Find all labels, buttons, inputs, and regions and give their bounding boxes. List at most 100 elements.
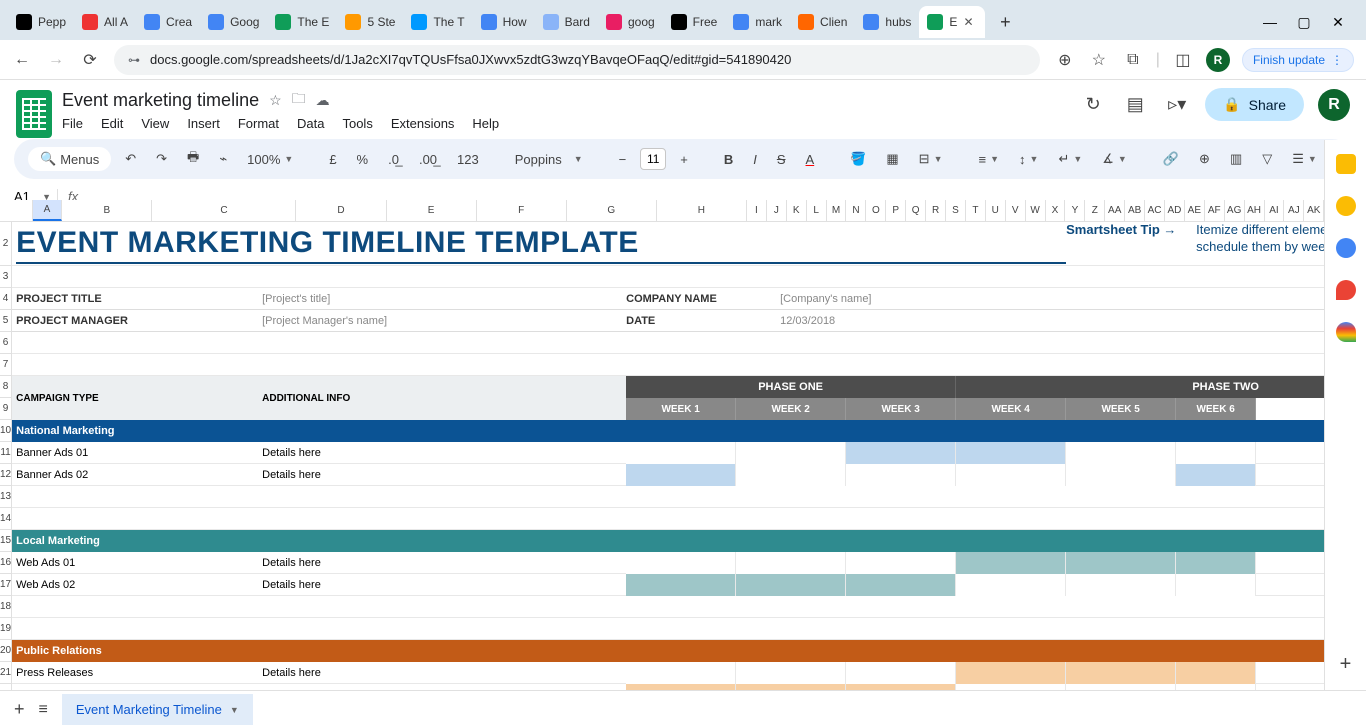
col-header[interactable]: X [1046, 200, 1066, 221]
row-header[interactable]: 11 [0, 442, 12, 464]
row-header[interactable]: 10 [0, 420, 12, 442]
sheet-tab-active[interactable]: Event Marketing Timeline▼ [62, 694, 253, 725]
col-header[interactable]: AK [1304, 200, 1324, 221]
week-cell[interactable] [626, 442, 736, 464]
browser-tab[interactable]: E✕ [919, 6, 985, 38]
contacts-icon[interactable] [1336, 280, 1356, 300]
week-cell[interactable] [846, 442, 956, 464]
col-header[interactable]: B [62, 200, 152, 221]
menu-file[interactable]: File [62, 116, 83, 131]
tasks-icon[interactable] [1336, 238, 1356, 258]
col-header[interactable]: A [33, 200, 63, 221]
week-cell[interactable] [956, 574, 1066, 596]
all-sheets-button[interactable]: ≡ [39, 701, 48, 719]
new-tab-button[interactable]: + [991, 8, 1019, 36]
week-cell[interactable] [736, 662, 846, 684]
borders-button[interactable]: ▦ [880, 147, 904, 171]
move-icon[interactable]: 🗀 [292, 88, 306, 112]
browser-tab[interactable]: All A [74, 6, 136, 38]
merge-button[interactable]: ⊟▼ [913, 147, 949, 171]
col-header[interactable]: H [657, 200, 747, 221]
col-header[interactable]: Z [1085, 200, 1105, 221]
col-header[interactable]: M [827, 200, 847, 221]
account-avatar[interactable]: R [1318, 89, 1350, 121]
col-header[interactable]: T [966, 200, 986, 221]
week-cell[interactable] [1176, 662, 1256, 684]
col-header[interactable]: AC [1145, 200, 1165, 221]
zoom-icon[interactable]: ⊕ [1054, 49, 1076, 71]
menu-extensions[interactable]: Extensions [391, 116, 455, 131]
close-window-button[interactable]: ✕ [1330, 14, 1346, 30]
menus-button[interactable]: 🔍Menus [28, 147, 111, 171]
font-select[interactable]: Poppins▼ [509, 148, 589, 171]
week-cell[interactable] [736, 442, 846, 464]
week-cell[interactable] [1066, 442, 1176, 464]
col-header[interactable]: AE [1185, 200, 1205, 221]
week-cell[interactable] [626, 662, 736, 684]
fill-color-button[interactable]: 🪣 [844, 147, 872, 171]
week-cell[interactable] [1176, 574, 1256, 596]
row-header[interactable]: 7 [0, 354, 12, 376]
col-header[interactable]: O [866, 200, 886, 221]
week-cell[interactable] [846, 574, 956, 596]
row-header[interactable]: 2 [0, 222, 12, 266]
inc-font-button[interactable]: + [674, 148, 694, 171]
week-cell[interactable] [1066, 464, 1176, 486]
sheets-logo-icon[interactable] [16, 90, 52, 138]
row-header[interactable]: 9 [0, 398, 12, 420]
row-header[interactable]: 8 [0, 376, 12, 398]
browser-tab[interactable]: The E [267, 6, 337, 38]
browser-tab[interactable]: Crea [136, 6, 200, 38]
col-header[interactable]: AF [1205, 200, 1225, 221]
smartsheet-tip-link[interactable]: Smartsheet Tip → [1066, 222, 1196, 237]
site-info-icon[interactable]: ⊶ [128, 53, 140, 67]
share-button[interactable]: 🔒 Share [1205, 88, 1304, 121]
row-header[interactable]: 12 [0, 464, 12, 486]
filter-button[interactable]: ▽ [1256, 147, 1278, 171]
week-cell[interactable] [626, 552, 736, 574]
h-align-button[interactable]: ≡▼ [973, 148, 1006, 171]
url-field[interactable]: ⊶ docs.google.com/spreadsheets/d/1Ja2cXI… [114, 45, 1040, 75]
paint-format-button[interactable]: ⌁ [213, 147, 233, 171]
menu-data[interactable]: Data [297, 116, 324, 131]
maps-icon[interactable] [1336, 322, 1356, 342]
week-cell[interactable] [846, 662, 956, 684]
spreadsheet-grid[interactable]: ABCDEFGHIJKLMNOPQRSTUVWXYZAAABACADAEAFAG… [0, 200, 1324, 690]
link-button[interactable]: 🔗 [1157, 147, 1185, 171]
col-header[interactable]: G [567, 200, 657, 221]
reload-button[interactable]: ⟳ [80, 50, 100, 70]
col-header[interactable]: AJ [1284, 200, 1304, 221]
week-cell[interactable] [736, 574, 846, 596]
row-header[interactable]: 3 [0, 266, 12, 288]
col-header[interactable]: R [926, 200, 946, 221]
menu-format[interactable]: Format [238, 116, 279, 131]
row-header[interactable]: 4 [0, 288, 12, 310]
col-header[interactable]: S [946, 200, 966, 221]
week-cell[interactable] [1176, 552, 1256, 574]
font-size-input[interactable] [640, 148, 666, 170]
week-cell[interactable] [956, 552, 1066, 574]
dec-font-button[interactable]: − [613, 148, 633, 171]
menu-tools[interactable]: Tools [342, 116, 372, 131]
col-header[interactable]: AG [1225, 200, 1245, 221]
col-header[interactable]: AI [1265, 200, 1285, 221]
filter-views-button[interactable]: ☰▼ [1286, 147, 1323, 171]
forward-button[interactable]: → [46, 50, 66, 70]
browser-tab[interactable]: 5 Ste [337, 6, 403, 38]
col-header[interactable]: K [787, 200, 807, 221]
browser-tab[interactable]: Pepp [8, 6, 74, 38]
calendar-icon[interactable] [1336, 154, 1356, 174]
col-header[interactable]: P [886, 200, 906, 221]
text-color-button[interactable]: A [800, 148, 821, 171]
row-header[interactable]: 19 [0, 618, 12, 640]
week-cell[interactable] [736, 552, 846, 574]
browser-tab[interactable]: mark [725, 6, 790, 38]
week-cell[interactable] [626, 464, 736, 486]
close-tab-icon[interactable]: ✕ [963, 15, 977, 29]
profile-avatar[interactable]: R [1206, 48, 1230, 72]
print-button[interactable]: 🖶 [181, 144, 205, 174]
add-sheet-button[interactable]: + [14, 699, 25, 720]
col-header[interactable]: L [807, 200, 827, 221]
row-header[interactable]: 13 [0, 486, 12, 508]
browser-tab[interactable]: goog [598, 6, 663, 38]
